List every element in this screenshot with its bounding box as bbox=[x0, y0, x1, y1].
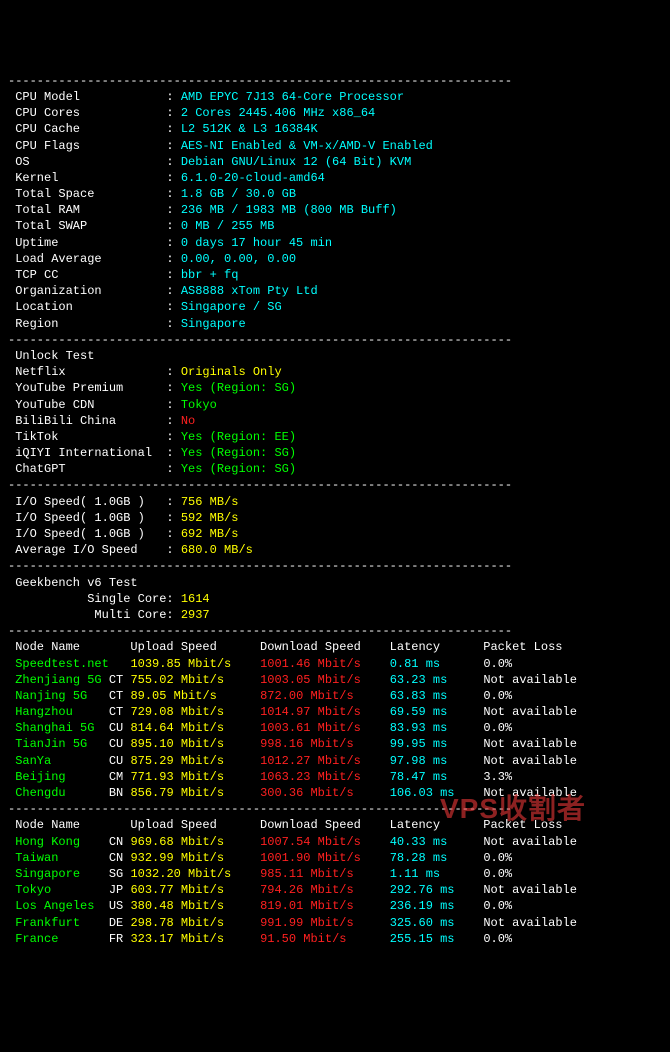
terminal-output: ----------------------------------------… bbox=[8, 73, 662, 947]
